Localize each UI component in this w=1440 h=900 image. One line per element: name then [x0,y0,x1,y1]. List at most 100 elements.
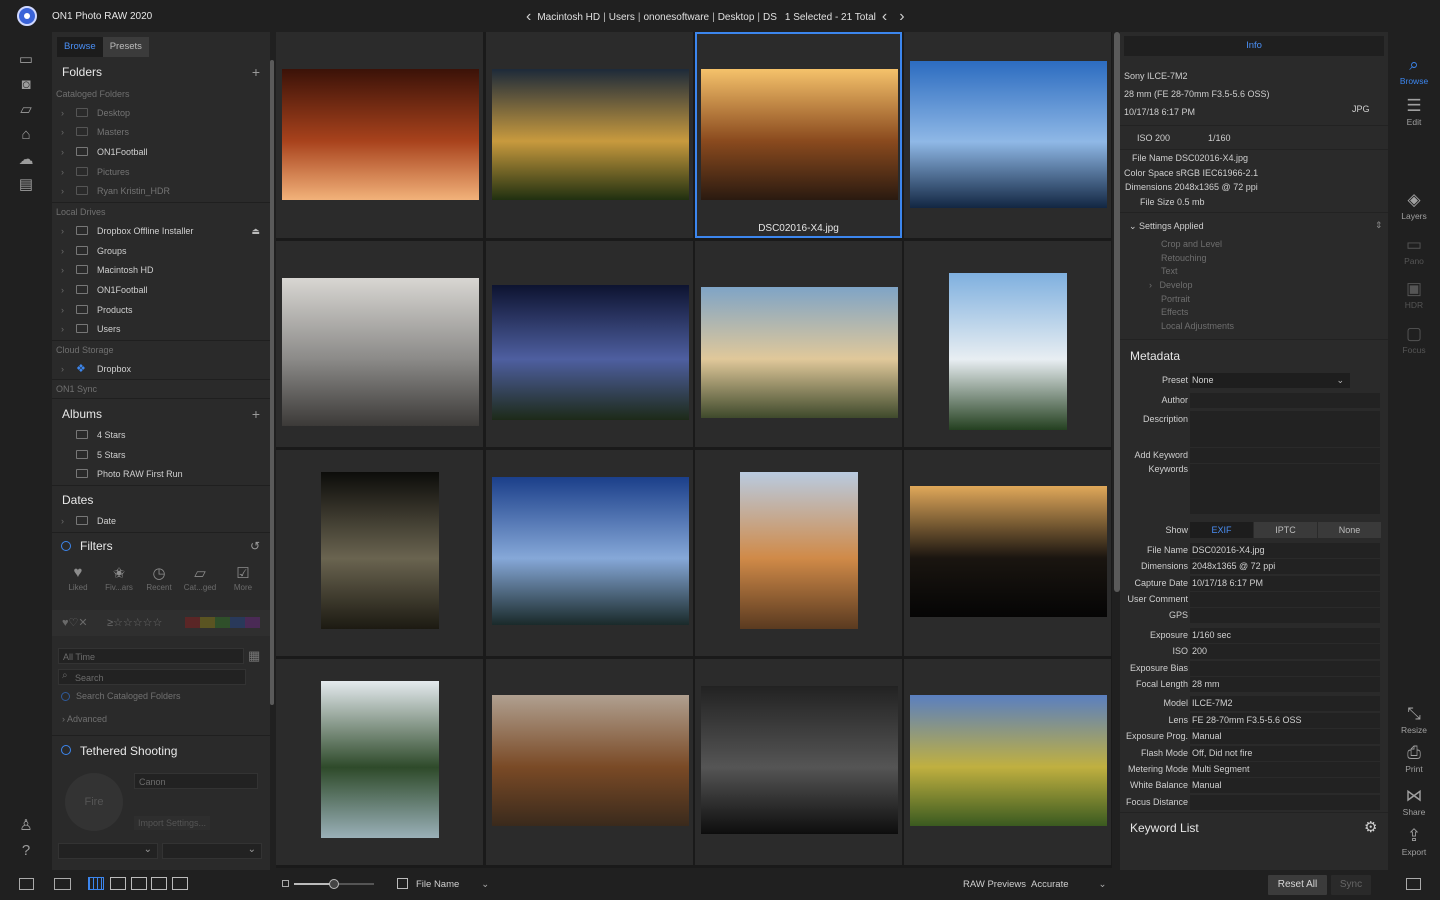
filter-cataloged-button[interactable]: ▱ Cat...ged [180,564,220,593]
breadcrumb-item[interactable]: Macintosh HD [537,12,600,23]
share-button[interactable]: ⋈ Share [1388,785,1440,818]
show-exif-button[interactable]: EXIF [1190,522,1253,538]
exif-value[interactable]: Manual [1190,729,1380,744]
grid-view-icon[interactable] [88,877,104,890]
module-hdr[interactable]: ▣ HDR [1388,278,1440,311]
add-keyword-field[interactable] [1190,448,1380,463]
photo-cell[interactable] [904,32,1111,238]
photo-cell[interactable] [486,32,693,238]
module-focus[interactable]: ▢ Focus [1388,323,1440,356]
filter-more-button[interactable]: ☑ More [223,564,263,593]
module-layers[interactable]: ◈ Layers [1388,189,1440,222]
photo-thumbnail[interactable] [282,69,479,200]
tab-browse[interactable]: Browse [57,37,103,57]
panel-toggle-icon[interactable] [1406,878,1421,890]
description-field[interactable] [1190,411,1380,447]
photo-cell[interactable] [904,241,1111,447]
exif-value[interactable]: Multi Segment [1190,762,1380,777]
photo-thumbnail[interactable] [701,69,898,200]
exif-value[interactable]: Off, Did not fire [1190,746,1380,761]
color-label-icon[interactable] [185,617,260,628]
filmstrip-layout-icon[interactable] [131,877,147,890]
info-header[interactable]: Info [1124,36,1384,56]
photo-cell[interactable] [695,241,902,447]
exif-value[interactable]: 1/160 sec [1190,628,1380,643]
breadcrumb-item[interactable]: ononesoftware [643,12,709,23]
fire-button[interactable]: Fire [65,773,123,831]
photo-thumbnail[interactable] [910,61,1107,208]
camera-icon[interactable]: ◙ [16,77,36,93]
add-folder-icon[interactable]: + [252,64,260,80]
exif-value[interactable]: 2048x1365 @ 72 ppi [1190,559,1380,574]
folder-item[interactable]: › Pictures [52,163,270,181]
add-album-icon[interactable]: + [252,406,260,422]
exif-value[interactable]: 200 [1190,644,1380,659]
folder-icon[interactable]: ▱ [16,102,36,118]
monitor-icon[interactable]: ▭ [16,52,36,68]
map-view-icon[interactable] [172,877,188,890]
camera-select[interactable]: Canon [134,773,258,789]
dropdown-2[interactable]: ⌄ [162,843,262,859]
folder-item[interactable]: › Desktop [52,104,270,122]
drive-item[interactable]: › Macintosh HD [52,261,270,279]
breadcrumb-item[interactable]: Desktop [718,12,755,23]
filter-liked-button[interactable]: ♥ Liked [58,564,98,593]
filmstrip-view-icon[interactable] [54,878,71,890]
drive-item[interactable]: › Dropbox Offline Installer ⏏ [52,222,270,240]
tab-presets[interactable]: Presets [102,37,149,57]
exif-value[interactable] [1190,661,1380,676]
select-checkbox[interactable] [397,878,408,889]
exif-value[interactable] [1190,608,1380,623]
photo-cell[interactable] [486,241,693,447]
date-item[interactable]: › Date [52,512,270,530]
photo-thumbnail[interactable] [910,695,1107,826]
exif-value[interactable]: ILCE-7M2 [1190,696,1380,711]
folder-item[interactable]: › Ryan Kristin_HDR [52,182,270,200]
photo-cell[interactable] [276,450,483,656]
drive-icon[interactable]: ⌂ [16,127,36,143]
exif-value[interactable] [1190,795,1380,810]
filter-five-stars-button[interactable]: ✬ Fiv...ars [99,564,139,593]
drive-item[interactable]: › Groups [52,242,270,260]
album-item[interactable]: 5 Stars [52,446,270,464]
search-input[interactable]: Search [58,669,246,685]
dropdown-1[interactable]: ⌄ [58,843,158,859]
exif-value[interactable] [1190,592,1380,607]
reset-all-button[interactable]: Reset All [1268,875,1327,895]
detail-view-icon[interactable] [110,877,126,890]
export-button[interactable]: ⇪ Export [1388,825,1440,858]
sync-button[interactable]: Sync [1331,875,1371,895]
help-icon[interactable]: ? [16,843,36,859]
folder-item[interactable]: › ON1Football [52,143,270,161]
module-edit[interactable]: ☰ Edit [1388,95,1440,128]
resize-button[interactable]: ⤡ Resize [1388,703,1440,736]
photo-thumbnail[interactable] [321,681,439,838]
photo-cell[interactable] [904,450,1111,656]
reset-filters-icon[interactable]: ↺ [250,539,260,553]
photo-cell[interactable] [276,32,483,238]
photo-thumbnail[interactable] [492,695,689,826]
exif-value[interactable]: DSC02016-X4.jpg [1190,543,1380,558]
photo-cell[interactable] [276,659,483,865]
next-arrow-icon[interactable]: › [899,9,904,25]
sort-select[interactable]: File Name ⌄ [416,879,489,890]
photo-thumbnail[interactable] [910,486,1107,617]
panel-toggle-icon[interactable] [19,878,34,890]
expand-icon[interactable]: ⇕ [1375,220,1383,231]
drive-item[interactable]: › ON1Football [52,281,270,299]
photo-thumbnail[interactable] [492,69,689,200]
filter-recent-button[interactable]: ◷ Recent [139,564,179,593]
left-panel-scrollbar[interactable] [270,60,274,705]
module-pano[interactable]: ▭ Pano [1388,234,1440,267]
album-item[interactable]: Photo RAW First Run [52,465,270,483]
compare-view-icon[interactable] [151,877,167,890]
photo-thumbnail[interactable] [282,278,479,426]
photo-cell[interactable] [276,241,483,447]
tethered-toggle-icon[interactable] [61,745,71,755]
settings-applied-toggle[interactable]: ⌄ Settings Applied [1129,221,1204,232]
advanced-toggle[interactable]: › Advanced [62,714,107,724]
albums-icon[interactable]: ▤ [16,177,36,193]
photo-cell[interactable]: DSC02016-X4.jpg [695,32,902,238]
photo-cell[interactable] [904,659,1111,865]
exif-value[interactable]: Manual [1190,778,1380,793]
